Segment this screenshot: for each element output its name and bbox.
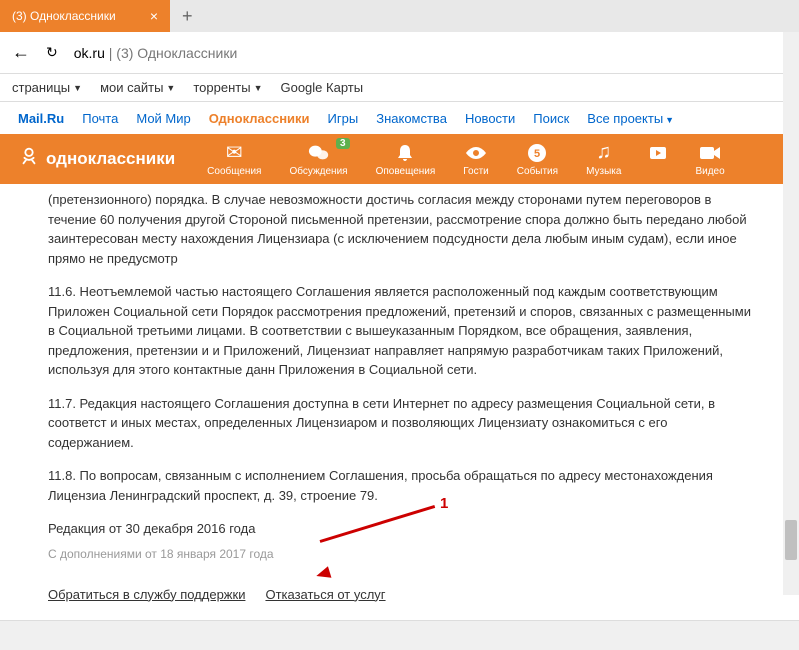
camera-icon	[699, 142, 721, 164]
ok-logo-icon	[18, 145, 40, 173]
scrollbar-thumb[interactable]	[785, 520, 797, 560]
nav-label: Обсуждения	[289, 166, 347, 177]
scrollbar-track[interactable]	[783, 32, 799, 595]
annotation-label: 1	[440, 495, 448, 512]
bookmark-pages[interactable]: страницы ▼	[12, 80, 82, 95]
chevron-down-icon: ▼	[665, 115, 674, 125]
tab-title: (3) Одноклассники	[12, 9, 116, 23]
link-moi-mir[interactable]: Мой Мир	[136, 111, 190, 126]
link-znakomstva[interactable]: Знакомства	[376, 111, 447, 126]
refresh-icon[interactable]: ↻	[46, 44, 58, 61]
top-links-bar: Mail.Ru Почта Мой Мир Одноклассники Игры…	[0, 102, 799, 134]
bookmark-torrents[interactable]: торренты ▼	[193, 80, 262, 95]
nav-discussions[interactable]: 3 Обсуждения	[275, 138, 361, 181]
browser-tab-bar: (3) Одноклассники × +	[0, 0, 799, 32]
close-icon[interactable]: ×	[150, 9, 158, 23]
new-tab-button[interactable]: +	[170, 6, 205, 27]
link-novosti[interactable]: Новости	[465, 111, 515, 126]
site-logo[interactable]: одноклассники	[0, 145, 193, 173]
main-content: (претензионного) порядка. В случае невоз…	[0, 184, 799, 620]
music-icon: ♫	[596, 142, 611, 164]
site-navigation: одноклассники ✉ Сообщения 3 Обсуждения О…	[0, 134, 799, 184]
bookmark-google-maps[interactable]: Google Карты	[280, 80, 363, 95]
chevron-down-icon: ▼	[254, 83, 263, 93]
paragraph-11-7: 11.7. Редакция настоящего Соглашения дос…	[48, 394, 751, 453]
comments-icon	[308, 142, 330, 164]
link-igry[interactable]: Игры	[328, 111, 359, 126]
nav-events[interactable]: 5 События	[503, 138, 572, 181]
nav-items: ✉ Сообщения 3 Обсуждения Оповещения Гост…	[193, 138, 738, 181]
nav-music[interactable]: ♫ Музыка	[572, 138, 635, 181]
nav-video[interactable]: Видео	[681, 138, 738, 181]
nav-label	[657, 166, 660, 177]
action-links: Обратиться в службу поддержки Отказаться…	[48, 585, 751, 605]
addendum-date: С дополнениями от 18 января 2017 года	[48, 545, 751, 563]
badge-count: 3	[336, 138, 350, 149]
play-icon	[649, 142, 667, 164]
bell-icon	[396, 142, 414, 164]
nav-messages[interactable]: ✉ Сообщения	[193, 138, 275, 181]
url-path: | (3) Одноклассники	[109, 45, 238, 61]
chevron-down-icon: ▼	[73, 83, 82, 93]
paragraph-11-6: 11.6. Неотъемлемой частью настоящего Сог…	[48, 282, 751, 380]
nav-guests[interactable]: Гости	[449, 138, 502, 181]
browser-tab[interactable]: (3) Одноклассники ×	[0, 0, 170, 32]
link-vse-proekty[interactable]: Все проекты▼	[587, 111, 674, 126]
url-domain: ok.ru	[74, 45, 105, 61]
fire-icon: 5	[527, 142, 547, 164]
address-bar: ← ↻ ok.ru | (3) Одноклассники	[0, 32, 799, 74]
link-pochta[interactable]: Почта	[82, 111, 118, 126]
link-poisk[interactable]: Поиск	[533, 111, 569, 126]
nav-label: Сообщения	[207, 166, 261, 177]
nav-video-small[interactable]	[635, 138, 681, 181]
nav-label: События	[517, 166, 558, 177]
support-link[interactable]: Обратиться в службу поддержки	[48, 585, 245, 605]
nav-notifications[interactable]: Оповещения	[362, 138, 450, 181]
paragraph-pretension: (претензионного) порядка. В случае невоз…	[48, 190, 751, 268]
nav-label: Музыка	[586, 166, 621, 177]
eye-icon	[465, 142, 487, 164]
revision-date: Редакция от 30 декабря 2016 года	[48, 519, 751, 539]
back-icon[interactable]: ←	[12, 42, 30, 63]
paragraph-11-8: 11.8. По вопросам, связанным с исполнени…	[48, 466, 751, 505]
bookmark-my-sites[interactable]: мои сайты ▼	[100, 80, 175, 95]
refuse-services-link[interactable]: Отказаться от услуг	[265, 585, 385, 605]
link-mailru[interactable]: Mail.Ru	[18, 111, 64, 126]
logo-text: одноклассники	[46, 149, 175, 169]
nav-label: Оповещения	[376, 166, 436, 177]
envelope-icon: ✉	[226, 142, 243, 164]
url-display[interactable]: ok.ru | (3) Одноклассники	[74, 45, 238, 61]
link-odnoklassniki[interactable]: Одноклассники	[209, 111, 310, 126]
svg-text:5: 5	[534, 148, 540, 160]
chevron-down-icon: ▼	[166, 83, 175, 93]
nav-label: Гости	[463, 166, 488, 177]
bookmark-bar: страницы ▼ мои сайты ▼ торренты ▼ Google…	[0, 74, 799, 102]
nav-label: Видео	[695, 166, 724, 177]
